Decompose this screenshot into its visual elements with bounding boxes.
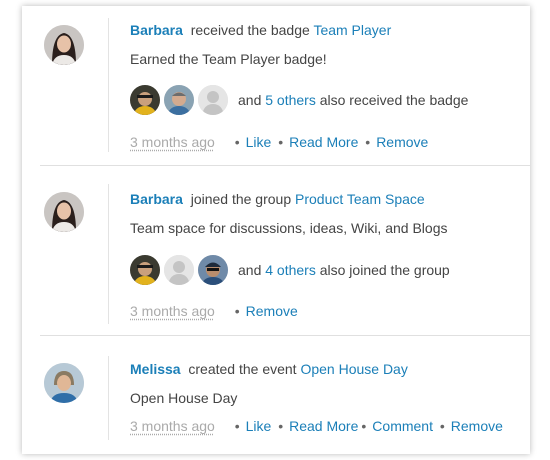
others-link[interactable]: 4 others	[265, 262, 316, 278]
remove-link[interactable]: Remove	[376, 134, 428, 150]
divider	[108, 356, 109, 440]
avatar[interactable]	[164, 255, 194, 285]
actor-link[interactable]: Barbara	[130, 191, 183, 207]
activity-headline: Barbara joined the group Product Team Sp…	[130, 190, 425, 208]
activity-headline: Barbara received the badge Team Player	[130, 21, 391, 39]
others-link[interactable]: 5 others	[265, 92, 316, 108]
remove-link[interactable]: Remove	[246, 303, 298, 319]
participants-row: and 5 others also received the badge	[130, 85, 468, 115]
timestamp[interactable]: 3 months ago	[130, 418, 215, 434]
avatar[interactable]	[130, 255, 160, 285]
target-link[interactable]: Open House Day	[300, 361, 407, 377]
comment-link[interactable]: Comment	[372, 418, 433, 434]
action-text: received the badge	[190, 22, 310, 38]
avatar[interactable]	[44, 25, 84, 65]
activity-body: Team space for discussions, ideas, Wiki,…	[130, 220, 448, 236]
activity-headline: Melissa created the event Open House Day	[130, 360, 408, 378]
others-prefix: and	[238, 262, 262, 278]
avatar[interactable]	[44, 192, 84, 232]
activity-meta: 3 months ago • Like • Read More • Comment • R…	[130, 418, 503, 434]
like-link[interactable]: Like	[246, 418, 272, 434]
read-more-link[interactable]: Read More	[289, 134, 358, 150]
like-link[interactable]: Like	[246, 134, 272, 150]
activity-feed: Barbara received the badge Team Player E…	[22, 6, 530, 454]
avatar[interactable]	[164, 85, 194, 115]
divider	[40, 335, 530, 336]
timestamp[interactable]: 3 months ago	[130, 303, 215, 319]
activity-body: Earned the Team Player badge!	[130, 51, 327, 67]
avatar[interactable]	[44, 363, 84, 403]
activity-body: Open House Day	[130, 390, 238, 406]
remove-link[interactable]: Remove	[451, 418, 503, 434]
divider	[40, 165, 530, 166]
action-text: joined the group	[190, 191, 292, 207]
timestamp[interactable]: 3 months ago	[130, 134, 215, 150]
target-link[interactable]: Team Player	[313, 22, 391, 38]
activity-meta: 3 months ago • Remove	[130, 303, 298, 319]
avatar[interactable]	[198, 255, 228, 285]
others-prefix: and	[238, 92, 262, 108]
activity-meta: 3 months ago • Like • Read More • Remove	[130, 134, 429, 150]
others-suffix: also received the badge	[319, 92, 469, 108]
others-suffix: also joined the group	[319, 262, 450, 278]
actor-link[interactable]: Melissa	[130, 361, 181, 377]
action-text: created the event	[188, 361, 297, 377]
read-more-link[interactable]: Read More	[289, 418, 358, 434]
participants-row: and 4 others also joined the group	[130, 255, 450, 285]
divider	[108, 184, 109, 324]
target-link[interactable]: Product Team Space	[295, 191, 425, 207]
actor-link[interactable]: Barbara	[130, 22, 183, 38]
avatar[interactable]	[130, 85, 160, 115]
avatar[interactable]	[198, 85, 228, 115]
divider	[108, 18, 109, 152]
